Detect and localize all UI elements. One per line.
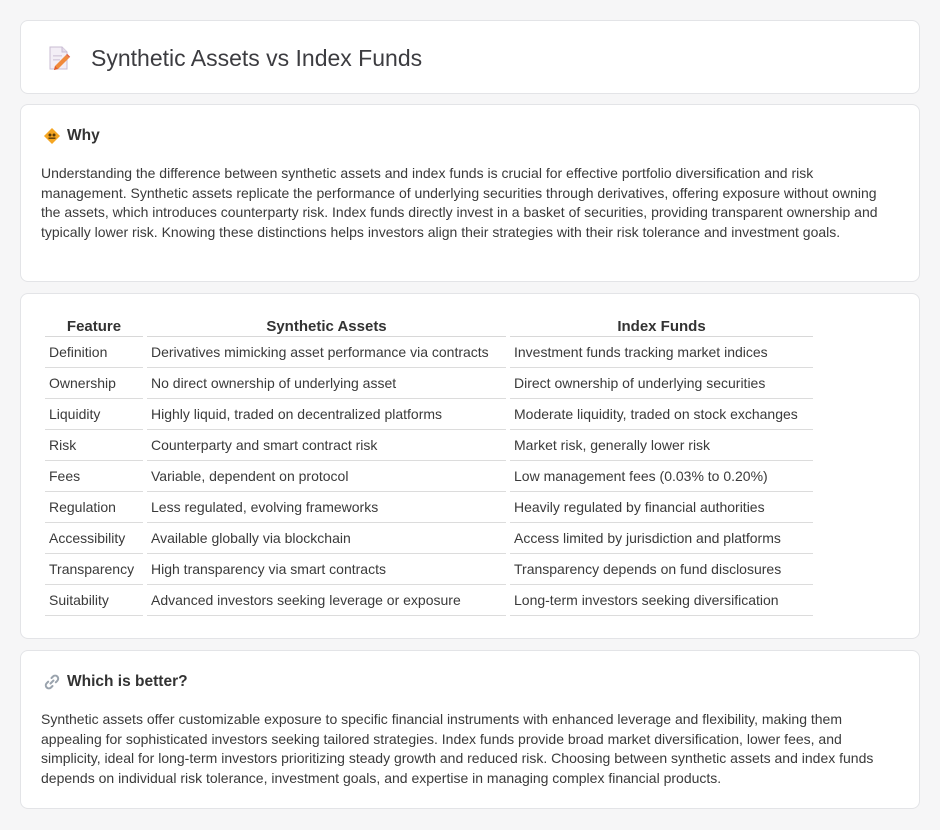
- index-funds-cell: Market risk, generally lower risk: [510, 430, 813, 461]
- column-header-feature: Feature: [45, 316, 143, 337]
- table-header-row: Feature Synthetic Assets Index Funds: [45, 316, 813, 337]
- feature-cell: Liquidity: [45, 399, 143, 430]
- table-row: Regulation Less regulated, evolving frame…: [45, 492, 813, 523]
- synthetic-assets-cell: Highly liquid, traded on decentralized p…: [147, 399, 506, 430]
- table-row: Transparency High transparency via smart …: [45, 554, 813, 585]
- index-funds-cell: Transparency depends on fund disclosures: [510, 554, 813, 585]
- index-funds-cell: Moderate liquidity, traded on stock exch…: [510, 399, 813, 430]
- synthetic-assets-cell: Available globally via blockchain: [147, 523, 506, 554]
- why-text: Understanding the difference between syn…: [41, 165, 878, 240]
- comparison-table: Feature Synthetic Assets Index Funds Def…: [41, 316, 817, 616]
- column-header-index-funds: Index Funds: [510, 316, 813, 337]
- page-title: Synthetic Assets vs Index Funds: [91, 45, 423, 71]
- feature-cell: Suitability: [45, 585, 143, 616]
- synthetic-assets-cell: No direct ownership of underlying asset: [147, 368, 506, 399]
- index-funds-cell: Direct ownership of underlying securitie…: [510, 368, 813, 399]
- index-funds-cell: Investment funds tracking market indices: [510, 337, 813, 368]
- better-text: Synthetic assets offer customizable expo…: [41, 711, 874, 786]
- better-heading: Which is better?: [43, 673, 188, 691]
- why-heading: Why: [43, 127, 100, 145]
- feature-cell: Definition: [45, 337, 143, 368]
- index-funds-cell: Heavily regulated by financial authoriti…: [510, 492, 813, 523]
- table-row: Fees Variable, dependent on protocol Low m…: [45, 461, 813, 492]
- synthetic-assets-cell: Derivatives mimicking asset performance …: [147, 337, 506, 368]
- feature-cell: Fees: [45, 461, 143, 492]
- table-row: Ownership No direct ownership of underlyi…: [45, 368, 813, 399]
- feature-cell: Ownership: [45, 368, 143, 399]
- feature-cell: Risk: [45, 430, 143, 461]
- table-row: Liquidity Highly liquid, traded on decent…: [45, 399, 813, 430]
- which-is-better-section: Which is better? Synthetic assets offer …: [20, 650, 920, 809]
- diamond-warning-icon: [43, 127, 61, 145]
- document-pencil-icon: [47, 45, 71, 71]
- column-header-synthetic-assets: Synthetic Assets: [147, 316, 506, 337]
- synthetic-assets-cell: Less regulated, evolving frameworks: [147, 492, 506, 523]
- link-icon: [43, 673, 61, 691]
- comparison-section: Feature Synthetic Assets Index Funds Def…: [20, 293, 920, 639]
- feature-cell: Accessibility: [45, 523, 143, 554]
- synthetic-assets-cell: High transparency via smart contracts: [147, 554, 506, 585]
- synthetic-assets-cell: Variable, dependent on protocol: [147, 461, 506, 492]
- table-body: Definition Derivatives mimicking asset pe…: [45, 337, 813, 616]
- better-title: Which is better?: [67, 673, 188, 690]
- why-title: Why: [67, 127, 100, 144]
- synthetic-assets-cell: Counterparty and smart contract risk: [147, 430, 506, 461]
- feature-cell: Transparency: [45, 554, 143, 585]
- title-row: Synthetic Assets vs Index Funds: [47, 45, 422, 71]
- feature-cell: Regulation: [45, 492, 143, 523]
- index-funds-cell: Access limited by jurisdiction and platf…: [510, 523, 813, 554]
- index-funds-cell: Low management fees (0.03% to 0.20%): [510, 461, 813, 492]
- table-row: Accessibility Available globally via bloc…: [45, 523, 813, 554]
- index-funds-cell: Long-term investors seeking diversificat…: [510, 585, 813, 616]
- why-section: Why Understanding the difference between…: [20, 104, 920, 282]
- title-card: Synthetic Assets vs Index Funds: [20, 20, 920, 94]
- table-row: Risk Counterparty and smart contract risk…: [45, 430, 813, 461]
- synthetic-assets-cell: Advanced investors seeking leverage or e…: [147, 585, 506, 616]
- table-row: Suitability Advanced investors seeking le…: [45, 585, 813, 616]
- table-row: Definition Derivatives mimicking asset pe…: [45, 337, 813, 368]
